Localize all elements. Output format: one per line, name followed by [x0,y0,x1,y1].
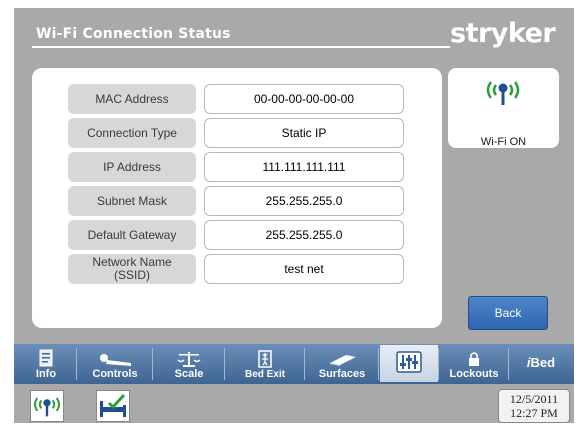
connection-details-panel: MAC Address 00-00-00-00-00-00 Connection… [32,68,442,328]
bed-status-indicator[interactable] [96,390,130,422]
ip-address-value: 111.111.111.111 [204,152,404,182]
ip-address-label: IP Address [68,152,196,182]
tab-lockouts-label: Lockouts [449,368,499,380]
bed-status-icon [100,393,126,417]
date-text: 12/5/2011 [509,392,559,406]
surface-mattress-icon [330,355,356,366]
row-ip-address: IP Address 111.111.111.111 [68,152,404,182]
device-screen: Wi-Fi Connection Status stryker MAC Addr… [14,8,574,423]
subnet-mask-value: 255.255.255.0 [204,186,404,216]
tab-separator [152,348,153,380]
tab-surfaces-label: Surfaces [318,368,366,380]
tab-controls[interactable]: Controls [78,345,152,382]
tab-separator [304,348,305,380]
back-button[interactable]: Back [468,296,548,330]
title-bar: Wi-Fi Connection Status stryker [14,8,574,52]
tab-controls-label: Controls [92,368,138,380]
bed-exit-icon [258,350,272,368]
title-underline [32,46,450,48]
connection-type-label: Connection Type [68,118,196,148]
tab-scale[interactable]: Scale [154,345,224,382]
scale-icon [177,352,201,367]
tab-lockouts[interactable]: Lockouts [440,345,508,382]
tab-separator [508,348,509,380]
tab-separator [76,348,77,380]
tab-surfaces[interactable]: Surfaces [306,345,378,382]
mac-address-label: MAC Address [68,84,196,114]
ibed-logo-label: Bed [530,355,556,370]
patient-controls-icon [100,354,131,366]
tab-ibed[interactable]: iBed [510,345,572,382]
info-document-icon [39,349,53,367]
tab-separator [378,348,379,380]
wifi-status-text: Wi-Fi ON [480,136,527,148]
tab-separator [438,348,439,380]
lock-icon [469,352,479,366]
tab-bed-exit[interactable]: Bed Exit [226,345,304,382]
bottom-tab-bar: Info Controls Scale Bed Exit Surfaces Lo… [14,344,574,384]
wifi-status-indicator[interactable] [30,390,64,422]
row-subnet-mask: Subnet Mask 255.255.255.0 [68,186,404,216]
time-text: 12:27 PM [510,406,558,420]
network-name-label: Network Name (SSID) [68,254,196,284]
network-name-value: test net [204,254,404,284]
default-gateway-value: 255.255.255.0 [204,220,404,250]
row-network-name: Network Name (SSID) test net [68,254,404,284]
mac-address-value: 00-00-00-00-00-00 [204,84,404,114]
wifi-status-icon [34,397,60,417]
ibed-logo: iBed [527,355,555,370]
default-gateway-label: Default Gateway [68,220,196,250]
tab-settings[interactable] [380,345,438,382]
tab-separator [224,348,225,380]
tab-scale-label: Scale [174,368,204,380]
connection-type-value: Static IP [204,118,404,148]
wifi-status-card[interactable]: Wi-Fi ON [448,68,559,148]
page-title: Wi-Fi Connection Status [36,26,231,42]
row-connection-type: Connection Type Static IP [68,118,404,148]
subnet-mask-label: Subnet Mask [68,186,196,216]
status-bar: 12/5/2011 12:27 PM [14,386,574,423]
wifi-signal-icon [486,81,520,105]
brand-logo: stryker [450,18,556,49]
tab-info-label: Info [35,368,57,380]
settings-sliders-icon [396,351,422,373]
row-mac-address: MAC Address 00-00-00-00-00-00 [68,84,404,114]
tab-bed-exit-label: Bed Exit [244,369,285,380]
date-time-display: 12/5/2011 12:27 PM [498,389,570,423]
row-default-gateway: Default Gateway 255.255.255.0 [68,220,404,250]
tab-info[interactable]: Info [16,345,76,382]
